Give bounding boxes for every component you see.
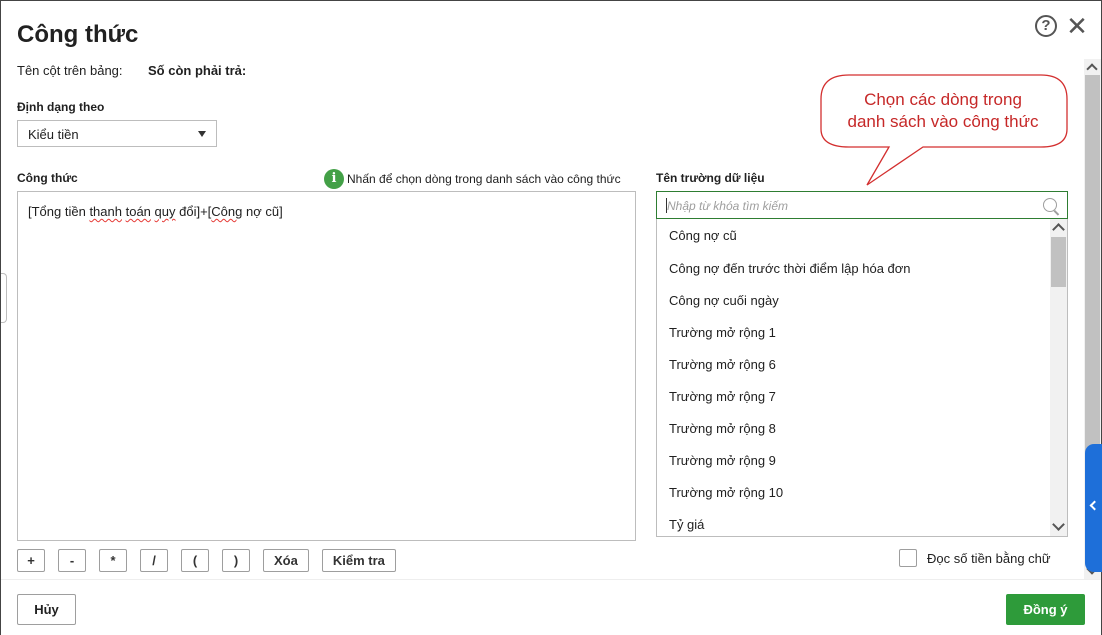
list-item[interactable]: Trường mở rộng 8 xyxy=(657,413,1067,445)
list-scrollbar[interactable] xyxy=(1050,219,1067,536)
scroll-thumb[interactable] xyxy=(1051,237,1066,287)
read-amount-checkbox[interactable] xyxy=(899,549,917,567)
info-icon: i xyxy=(324,169,344,189)
ok-button[interactable]: Đồng ý xyxy=(1006,594,1085,625)
left-panel-handle[interactable] xyxy=(1,273,7,323)
formula-text: [Tổng tiền thanh toán quy đổi]+[Công nợ … xyxy=(28,204,283,219)
read-amount-option[interactable]: Đọc số tiền bằng chữ xyxy=(899,549,1051,567)
search-icon xyxy=(1043,198,1057,212)
search-placeholder: Nhập từ khóa tìm kiếm xyxy=(667,199,788,213)
formula-label: Công thức xyxy=(17,171,78,185)
chevron-down-icon xyxy=(198,131,206,137)
read-amount-label: Đọc số tiền bằng chữ xyxy=(927,550,1051,566)
column-name-label: Tên cột trên bảng: xyxy=(17,63,123,78)
callout-text: Chọn các dòng trong danh sách vào công t… xyxy=(821,89,1065,133)
formula-editor[interactable]: [Tổng tiền thanh toán quy đổi]+[Công nợ … xyxy=(17,191,636,541)
side-panel-toggle[interactable] xyxy=(1085,444,1102,572)
dialog-title: Công thức xyxy=(17,21,139,48)
callout-line-2: danh sách vào công thức xyxy=(847,112,1039,131)
scroll-up-icon[interactable] xyxy=(1052,223,1065,236)
list-item[interactable]: Trường mở rộng 6 xyxy=(657,349,1067,381)
scroll-up-icon[interactable] xyxy=(1086,63,1098,75)
open-paren-button[interactable]: ( xyxy=(181,549,209,572)
formula-dialog: Công thức ? ✕ Tên cột trên bảng: Số còn … xyxy=(0,0,1102,635)
list-item[interactable]: Trường mở rộng 7 xyxy=(657,381,1067,413)
check-button[interactable]: Kiểm tra xyxy=(321,549,396,572)
multiply-button[interactable]: * xyxy=(99,549,127,572)
format-select[interactable]: Kiểu tiền xyxy=(17,120,217,147)
divide-button[interactable]: / xyxy=(140,549,168,572)
dialog-footer xyxy=(1,579,1101,635)
operator-toolbar: + - * / ( ) Xóa Kiểm tra xyxy=(17,549,409,572)
data-field-label: Tên trường dữ liệu xyxy=(656,171,765,185)
list-item[interactable]: Tỷ giá xyxy=(657,509,1067,536)
formula-hint: i Nhấn để chọn dòng trong danh sách vào … xyxy=(324,169,621,189)
close-paren-button[interactable]: ) xyxy=(222,549,250,572)
list-item[interactable]: Công nợ đến trước thời điểm lập hóa đơn xyxy=(657,253,1067,285)
chevron-left-icon xyxy=(1089,500,1100,511)
close-icon[interactable]: ✕ xyxy=(1066,13,1088,39)
list-item[interactable]: Công nợ cũ xyxy=(657,219,1067,253)
list-item[interactable]: Trường mở rộng 9 xyxy=(657,445,1067,477)
list-item[interactable]: Trường mở rộng 10 xyxy=(657,477,1067,509)
field-list: Công nợ cũ Công nợ đến trước thời điểm l… xyxy=(656,219,1068,537)
format-label: Định dạng theo xyxy=(17,100,105,114)
plus-button[interactable]: + xyxy=(17,549,45,572)
formula-hint-text: Nhấn để chọn dòng trong danh sách vào cô… xyxy=(347,172,621,186)
delete-button[interactable]: Xóa xyxy=(263,549,309,572)
help-icon[interactable]: ? xyxy=(1035,15,1057,37)
field-search-input[interactable]: Nhập từ khóa tìm kiếm xyxy=(656,191,1068,219)
format-selected-value: Kiểu tiền xyxy=(28,127,79,142)
column-name-value: Số còn phải trả: xyxy=(148,63,247,78)
list-item[interactable]: Công nợ cuối ngày xyxy=(657,285,1067,317)
cancel-button[interactable]: Hủy xyxy=(17,594,76,625)
scroll-down-icon[interactable] xyxy=(1052,518,1065,531)
callout-line-1: Chọn các dòng trong xyxy=(864,90,1022,109)
list-item[interactable]: Trường mở rộng 1 xyxy=(657,317,1067,349)
minus-button[interactable]: - xyxy=(58,549,86,572)
